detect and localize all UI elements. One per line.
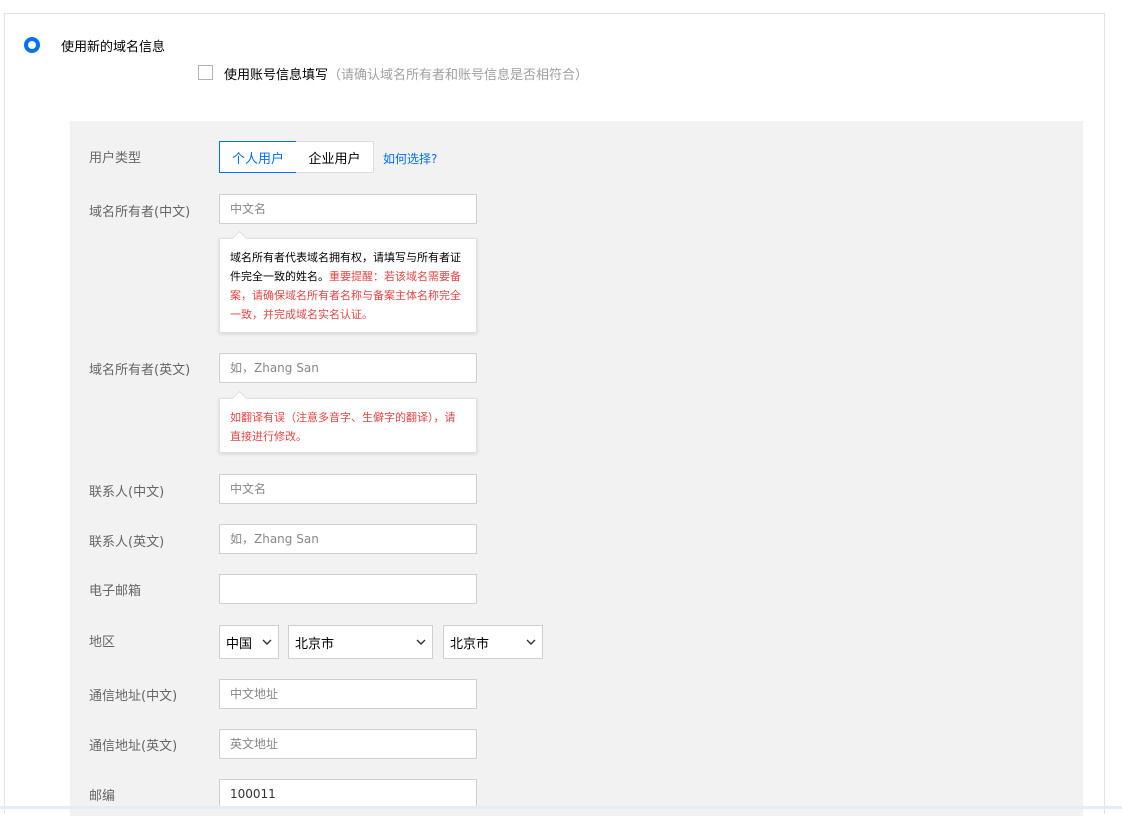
postcode-input[interactable]: [219, 779, 477, 809]
region-label: 地区: [89, 635, 116, 650]
use-account-info-hint: （请确认域名所有者和账号信息是否相符合）: [328, 68, 589, 83]
owner-cn-tip: 域名所有者代表域名拥有权，请填写与所有者证件完全一致的姓名。重要提醒：若该域名需…: [219, 238, 477, 333]
city-value: 北京市: [450, 636, 490, 652]
owner-en-input[interactable]: [219, 353, 477, 383]
use-new-domain-info-radio[interactable]: [24, 37, 40, 53]
address-cn-input[interactable]: [219, 679, 477, 709]
email-input[interactable]: [219, 574, 477, 604]
country-value: 中国: [226, 636, 253, 652]
owner-cn-input[interactable]: [219, 194, 477, 224]
how-to-choose-link[interactable]: 如何选择?: [383, 150, 437, 167]
country-select[interactable]: 中国: [219, 625, 279, 659]
chevron-down-icon: [416, 639, 426, 645]
use-account-info-checkbox[interactable]: [198, 65, 213, 80]
personal-user-option[interactable]: 个人用户: [219, 141, 297, 173]
province-value: 北京市: [295, 636, 335, 652]
owner-en-label: 域名所有者(英文): [89, 363, 191, 378]
chevron-down-icon: [262, 639, 272, 645]
chevron-down-icon: [526, 639, 536, 645]
contact-cn-label: 联系人(中文): [89, 485, 165, 500]
enterprise-user-option[interactable]: 企业用户: [296, 141, 374, 173]
registrant-form-panel: [70, 121, 1083, 816]
owner-cn-label: 域名所有者(中文): [89, 205, 191, 220]
contact-en-label: 联系人(英文): [89, 535, 165, 550]
city-select[interactable]: 北京市: [443, 625, 543, 659]
owner-en-tip: 如翻译有误（注意多音字、生僻字的翻译），请直接进行修改。: [219, 398, 477, 453]
address-en-input[interactable]: [219, 729, 477, 759]
contact-en-input[interactable]: [219, 524, 477, 554]
use-new-domain-info-label[interactable]: 使用新的域名信息: [61, 36, 165, 55]
address-en-label: 通信地址(英文): [89, 739, 178, 754]
use-account-info-label[interactable]: 使用账号信息填写（请确认域名所有者和账号信息是否相符合）: [224, 64, 588, 83]
province-select[interactable]: 北京市: [288, 625, 433, 659]
address-cn-label: 通信地址(中文): [89, 689, 178, 704]
email-label: 电子邮箱: [89, 584, 142, 599]
contact-cn-input[interactable]: [219, 474, 477, 504]
postcode-label: 邮编: [89, 789, 116, 804]
scroll-edge-divider: [0, 806, 1122, 809]
user-type-label: 用户类型: [89, 151, 142, 166]
